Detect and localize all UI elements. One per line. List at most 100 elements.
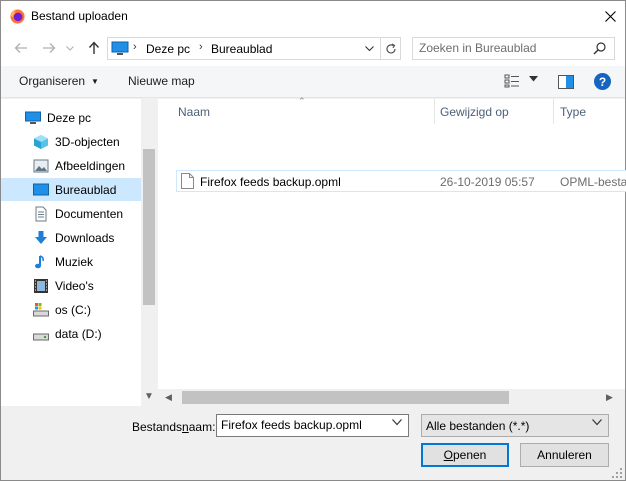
title-bar: Bestand uploaden [1, 1, 625, 32]
column-header-label: Naam [178, 105, 211, 119]
command-bar: Organiseren ▼ Nieuwe map ? [1, 66, 625, 98]
computer-icon [111, 41, 129, 55]
chevron-right-icon: › [133, 41, 137, 53]
sidebar-item-label: os (C:) [55, 303, 91, 317]
filename-input[interactable] [221, 418, 386, 432]
cube-icon [34, 135, 48, 149]
view-details-icon[interactable] [504, 74, 520, 88]
music-note-icon [35, 255, 44, 269]
navigation-pane: Deze pc 3D-objecten Afbeeldingen Bureaub… [1, 99, 157, 406]
sidebar-item-label: Downloads [55, 231, 115, 245]
sidebar-item-label: 3D-objecten [55, 135, 120, 149]
forward-button[interactable] [39, 38, 59, 58]
help-button[interactable]: ? [594, 73, 611, 90]
documents-icon [35, 206, 47, 222]
download-arrow-icon [35, 231, 47, 244]
sidebar-item-label: Deze pc [47, 111, 92, 125]
view-options-dropdown-icon[interactable] [529, 76, 538, 82]
window-title: Bestand uploaden [31, 9, 128, 23]
up-button[interactable] [84, 38, 104, 58]
chevron-down-icon [66, 45, 74, 51]
recent-locations-button[interactable] [63, 38, 77, 58]
sidebar-item-label: Bureaublad [55, 183, 117, 197]
resize-grip-icon[interactable] [612, 468, 622, 478]
filename-label: Bestandsnaam: [132, 420, 215, 434]
sidebar-item-drive-d[interactable]: data (D:) [1, 322, 141, 345]
chevron-down-icon [592, 419, 602, 426]
computer-icon [25, 111, 41, 124]
filename-label-part: aam: [188, 420, 216, 434]
file-list: ⌃ Naam Gewijzigd op Type Firefox feeds b… [158, 96, 626, 406]
open-button[interactable]: Openen [421, 443, 509, 467]
file-modified: 26-10-2019 05:57 [440, 175, 535, 189]
film-icon [34, 279, 48, 293]
open-label: penen [452, 448, 487, 462]
address-dropdown-button[interactable] [360, 39, 378, 58]
search-box[interactable] [412, 37, 615, 60]
sidebar-item-music[interactable]: Muziek [1, 250, 141, 273]
chevron-right-icon: › [199, 41, 203, 53]
refresh-icon [386, 42, 396, 53]
drive-icon [33, 303, 49, 317]
sidebar-item-label: Afbeeldingen [55, 159, 126, 173]
column-header-name[interactable]: Naam [158, 99, 434, 124]
search-input[interactable] [419, 41, 589, 55]
file-list-horizontal-scrollbar[interactable]: ◀ ▶ [158, 389, 625, 406]
filename-label-part: Bestands [132, 420, 183, 434]
sidebar-item-drive-c[interactable]: os (C:) [1, 298, 141, 321]
scroll-right-arrow-icon[interactable]: ▶ [606, 392, 613, 403]
open-accesskey: O [443, 448, 453, 462]
column-header-type[interactable]: Type [554, 99, 625, 124]
refresh-button[interactable] [380, 38, 401, 59]
sidebar-item-documents[interactable]: Documenten [1, 202, 141, 225]
column-header-modified[interactable]: Gewijzigd op [435, 99, 553, 124]
up-arrow-icon [88, 41, 100, 54]
preview-pane-icon[interactable] [558, 75, 574, 89]
file-type: OPML-bestand [560, 175, 626, 189]
scroll-down-arrow-icon[interactable]: ▼ [144, 391, 154, 402]
close-button[interactable] [595, 1, 625, 32]
sidebar-item-label: data (D:) [55, 327, 102, 341]
scroll-left-arrow-icon[interactable]: ◀ [165, 392, 172, 403]
new-folder-button[interactable]: Nieuwe map [128, 74, 195, 88]
forward-arrow-icon [43, 43, 56, 53]
cancel-button[interactable]: Annuleren [520, 443, 609, 467]
navigation-bar: › Deze pc › Bureaublad [1, 32, 625, 66]
search-icon [593, 42, 606, 55]
scrollbar-thumb[interactable] [143, 149, 155, 305]
file-name: Firefox feeds backup.opml [200, 175, 341, 189]
organize-label: Organiseren [19, 74, 86, 88]
sidebar-item-desktop[interactable]: Bureaublad [1, 178, 141, 201]
file-row[interactable]: Firefox feeds backup.opml 26-10-2019 05:… [176, 170, 626, 192]
chevron-down-icon[interactable] [392, 419, 402, 426]
address-bar[interactable]: › Deze pc › Bureaublad [107, 37, 401, 60]
breadcrumb-this-pc[interactable]: Deze pc [146, 42, 190, 56]
filetype-select[interactable]: Alle bestanden (*.*) [421, 414, 609, 437]
sidebar-item-label: Video's [55, 279, 94, 293]
sidebar-item-label: Documenten [55, 207, 124, 221]
sidebar-item-label: Muziek [55, 255, 94, 269]
firefox-icon [10, 9, 25, 24]
desktop-icon [33, 183, 49, 196]
sidebar-item-videos[interactable]: Video's [1, 274, 141, 297]
breadcrumb-desktop[interactable]: Bureaublad [211, 42, 272, 56]
sidebar-item-3d-objects[interactable]: 3D-objecten [1, 130, 141, 153]
file-upload-dialog: Bestand uploaden › Deze pc › Bureaublad … [0, 0, 626, 481]
scrollbar-thumb[interactable] [182, 391, 509, 404]
column-header-label: Type [560, 105, 587, 119]
navigation-scrollbar[interactable]: ▼ [141, 99, 157, 406]
caret-down-icon: ▼ [91, 77, 99, 86]
pictures-icon [33, 159, 49, 173]
back-button[interactable] [11, 38, 31, 58]
back-arrow-icon [14, 43, 27, 53]
close-icon [604, 11, 616, 22]
chevron-down-icon [364, 46, 374, 51]
cancel-label: Annuleren [537, 448, 592, 462]
organize-button[interactable]: Organiseren ▼ [19, 74, 99, 88]
sidebar-item-this-pc[interactable]: Deze pc [1, 106, 141, 129]
sidebar-item-pictures[interactable]: Afbeeldingen [1, 154, 141, 177]
filename-combobox[interactable] [216, 414, 409, 437]
sidebar-item-downloads[interactable]: Downloads [1, 226, 141, 249]
drive-icon [33, 333, 49, 341]
file-icon [181, 173, 194, 189]
